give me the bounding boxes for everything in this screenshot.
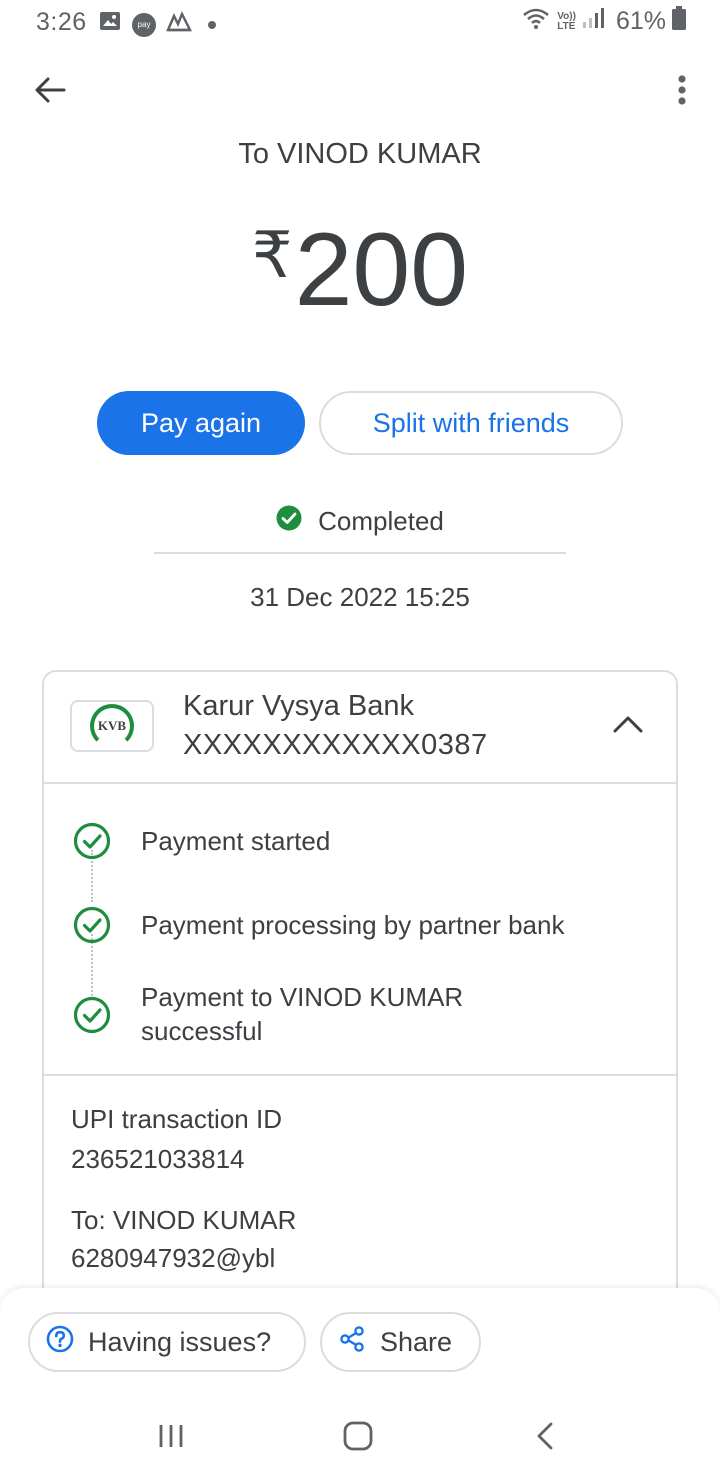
upi-id-value: 236521033814 [71, 1144, 245, 1174]
paytm-icon: pay [132, 12, 156, 37]
share-button[interactable]: Share [320, 1312, 481, 1372]
chevron-left-icon [535, 1421, 555, 1456]
vodafone-icon [166, 10, 193, 39]
recipient-title: To VINOD KUMAR [238, 138, 482, 170]
amount-display: ₹200 [0, 218, 720, 322]
payment-progress-steps: Payment started Payment processing by pa… [44, 786, 676, 1076]
transaction-date: 31 Dec 2022 15:25 [250, 582, 470, 612]
chevron-up-icon [612, 714, 644, 739]
wifi-icon [521, 6, 551, 37]
bank-name: Karur Vysya Bank [183, 690, 415, 722]
split-with-friends-button[interactable]: Split with friends [319, 391, 623, 455]
step-label: Payment processing by partner bank [141, 910, 565, 940]
home-icon [343, 1421, 373, 1456]
volte-text-top: Vo)) [557, 10, 576, 22]
share-icon [338, 1325, 366, 1360]
step-label-continued: successful [141, 1016, 263, 1046]
status-time: 3:26 [36, 8, 87, 36]
battery-percent: 61% [615, 7, 666, 35]
gallery-icon [98, 9, 122, 40]
step-label: Payment started [141, 826, 331, 856]
step-check-icon [73, 996, 111, 1034]
signal-icon [582, 7, 604, 36]
share-label: Share [380, 1326, 453, 1357]
step-label: Payment to VINOD KUMAR [141, 982, 464, 1012]
to-upi-id: 6280947932@ybl [71, 1243, 276, 1273]
currency-symbol: ₹ [251, 219, 293, 291]
status-bar: 3:26 pay Vo)) LTE 61% [0, 0, 720, 44]
arrow-left-icon [34, 76, 66, 109]
payment-status: Completed [0, 505, 720, 538]
having-issues-label: Having issues? [88, 1326, 272, 1357]
bank-account-number: XXXXXXXXXXXX0387 [183, 729, 488, 761]
step-check-icon [73, 906, 111, 944]
kvb-logo-icon: KVB [90, 704, 134, 748]
status-system-icons: Vo)) LTE 61% [521, 6, 686, 37]
to-label: To: VINOD KUMAR [71, 1205, 297, 1235]
more-options-button[interactable] [670, 72, 694, 112]
home-button[interactable] [336, 1418, 380, 1458]
having-issues-button[interactable]: Having issues? [28, 1312, 306, 1372]
divider [154, 552, 566, 554]
back-button[interactable] [28, 72, 72, 112]
volte-text-bottom: LTE [557, 20, 576, 32]
back-nav-button[interactable] [523, 1418, 567, 1458]
battery-icon [672, 6, 686, 37]
pay-again-button[interactable]: Pay again [97, 391, 305, 455]
help-icon [46, 1325, 74, 1360]
volte-icon: Vo)) LTE [557, 10, 576, 32]
collapse-button[interactable] [610, 708, 646, 744]
system-navigation-bar [0, 1400, 720, 1480]
check-circle-icon [276, 505, 302, 538]
recent-apps-icon [157, 1423, 185, 1454]
amount-value: 200 [294, 212, 469, 328]
recent-apps-button[interactable] [149, 1418, 193, 1458]
bank-logo: KVB [70, 700, 154, 752]
transaction-details-card: KVB Karur Vysya Bank XXXXXXXXXXXX0387 Pa… [42, 670, 678, 1370]
bank-account-header[interactable]: KVB Karur Vysya Bank XXXXXXXXXXXX0387 [44, 672, 676, 784]
more-vert-icon [677, 74, 687, 111]
app-bar [0, 62, 720, 122]
status-text: Completed [318, 506, 444, 536]
bank-logo-text: KVB [97, 718, 127, 733]
status-notification-icons: pay [98, 9, 216, 40]
paytm-icon-text: pay [137, 20, 151, 29]
action-buttons: Pay again Split with friends [97, 391, 623, 455]
step-check-icon [73, 822, 111, 860]
dot-icon [208, 20, 216, 29]
upi-id-label: UPI transaction ID [71, 1104, 282, 1134]
